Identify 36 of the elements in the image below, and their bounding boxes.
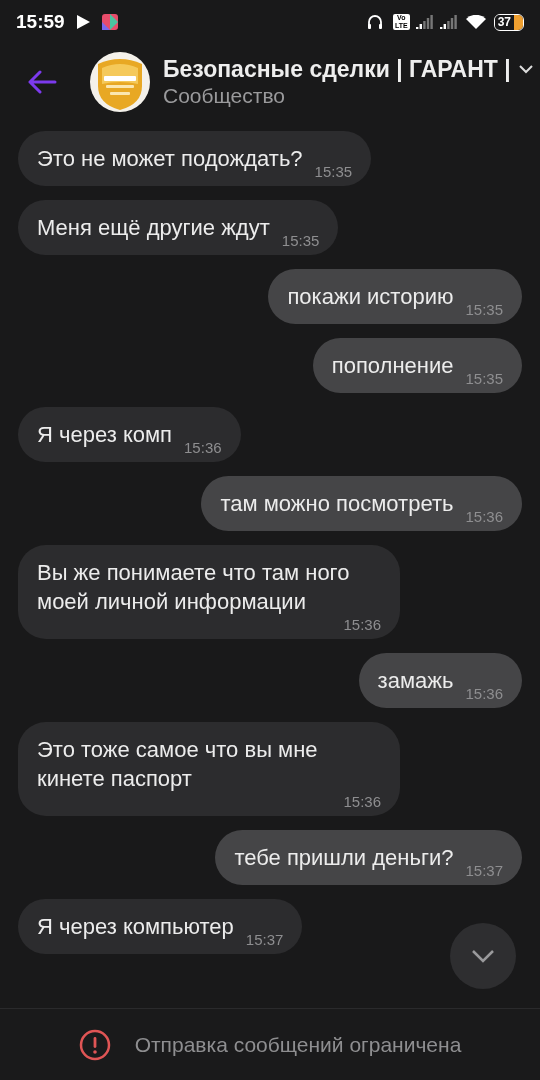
status-time: 15:59 [16,9,65,34]
message-text: Я через компьютер [37,913,234,941]
message-text: Вы же понимаете что там ного моей личной информации [37,559,351,616]
message-time: 15:37 [465,862,503,880]
message-time: 15:36 [343,793,381,811]
message-text: Это не может подождать? [37,145,303,173]
warning-icon [78,1028,111,1061]
restriction-notice: Отправка сообщений ограничена [134,1031,462,1058]
signal-icon [415,15,434,29]
message-time: 15:37 [245,931,284,949]
chevron-down-icon [471,949,495,963]
message-text: тебе пришли деньги? [234,844,454,872]
message-time: 15:36 [184,439,222,457]
message-text: Я через комп [37,421,173,449]
message-text: Меня ещё другие ждут [37,214,270,242]
message-time: 15:35 [465,301,503,319]
message-text: там можно посмотреть [220,490,454,518]
headphones-icon [366,14,383,30]
wifi-icon [465,14,486,30]
message-time: 15:35 [281,232,320,250]
message-time: 15:36 [343,616,381,634]
message-text: покажи историю [287,283,454,311]
battery-icon: 37 [493,13,524,31]
signal-icon [439,15,458,29]
message-text: пополнение [331,352,454,380]
message-time: 15:35 [465,370,503,388]
message-time: 15:36 [465,685,503,703]
message-text: замажь [377,667,454,695]
app-icon [101,14,118,30]
message-text: Это тоже самое что вы мне кинете паспорт [37,736,319,793]
chat-subtitle: Сообщество [163,83,286,109]
message-time: 15:35 [314,163,353,181]
chevron-down-icon [518,64,533,74]
play-icon [76,15,90,29]
chat-title: Безопасные сделки | ГАРАНТ | [163,55,511,83]
message-time: 15:36 [465,508,503,526]
